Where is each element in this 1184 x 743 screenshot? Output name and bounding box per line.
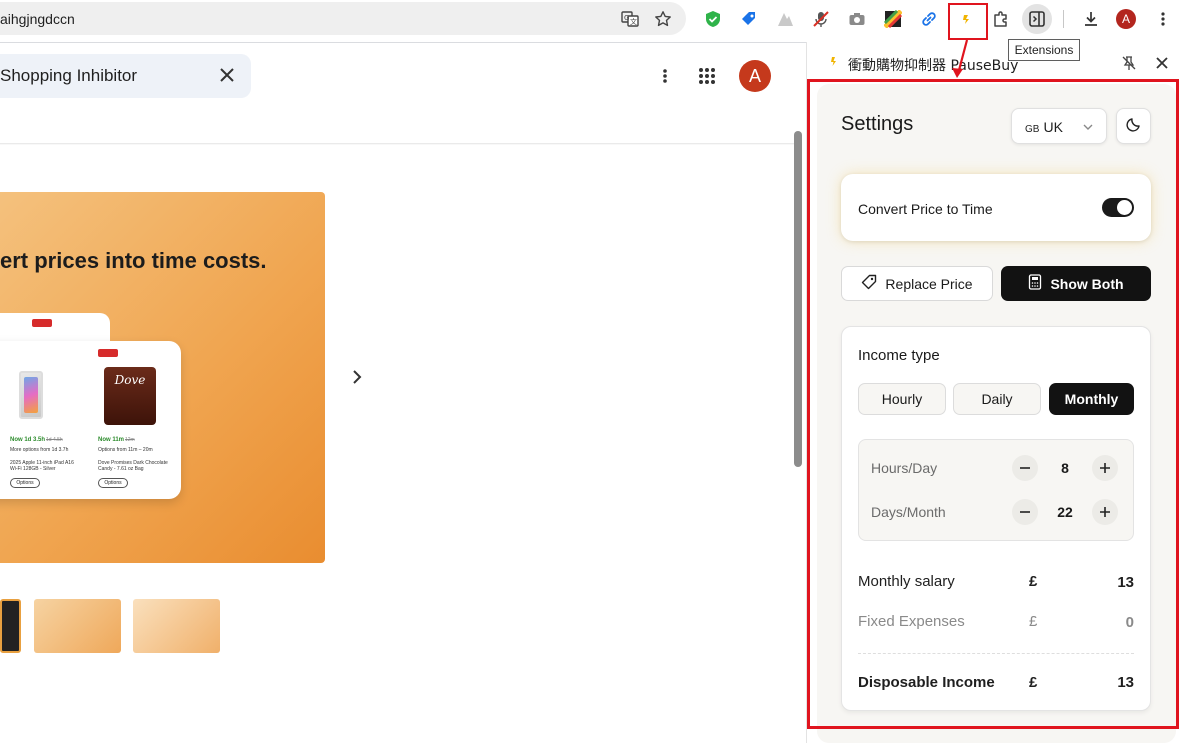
card2-options-button: Options (98, 478, 128, 488)
card2-options-line: Options from 11m – 20m (98, 447, 153, 453)
clear-search-icon[interactable] (217, 65, 237, 85)
card1-name: 2025 Apple 11-inch iPad A16 Wi-Fi 128GB … (10, 460, 74, 472)
link-extension-icon[interactable] (917, 7, 941, 31)
close-panel-icon[interactable] (1152, 53, 1172, 73)
tag-extension-icon[interactable] (737, 7, 761, 31)
extensions-tooltip: Extensions (1008, 39, 1080, 61)
card1-options-line: More options from 1d 3.7h (10, 447, 69, 453)
hero-title: ert prices into time costs. (0, 248, 267, 273)
search-input[interactable]: Shopping Inhibitor (0, 66, 137, 86)
shield-extension-icon[interactable] (701, 7, 725, 31)
card1-price: Now 1d 3.5h (10, 437, 46, 443)
side-panel-icon[interactable] (1022, 4, 1052, 34)
card2-name: Dove Promises Dark Chocolate Candy - 7.6… (98, 460, 168, 472)
camera-extension-icon[interactable] (845, 7, 869, 31)
apps-grid-icon[interactable] (695, 64, 719, 88)
page-profile-avatar[interactable]: A (739, 60, 771, 92)
annotation-arrow (952, 39, 969, 78)
address-url[interactable]: aihgjngdccn (0, 11, 75, 27)
thumbnail-1[interactable] (0, 599, 21, 653)
toolbar-divider (1063, 10, 1064, 28)
side-panel-title: 衝動購物抑制器 PauseBuy (848, 58, 1019, 74)
highlight-frame (807, 79, 1179, 729)
color-picker-extension-icon[interactable] (881, 7, 905, 31)
rollback-badge (32, 319, 52, 327)
card2-price: Now 11m (98, 437, 125, 443)
thumbnail-3[interactable] (133, 599, 220, 653)
translate-icon[interactable]: G文 (621, 10, 639, 28)
svg-text:G: G (624, 14, 629, 22)
download-icon[interactable] (1079, 7, 1103, 31)
svg-text:文: 文 (630, 17, 637, 26)
browser-profile-avatar[interactable]: A (1116, 9, 1136, 29)
rollback-badge (98, 349, 118, 357)
browser-menu-icon[interactable] (1151, 7, 1175, 31)
unpin-icon[interactable] (1119, 53, 1139, 73)
thumbnail-2[interactable] (34, 599, 121, 653)
browser-toolbar: aihgjngdccn G文 A (0, 0, 1184, 38)
address-bar[interactable]: aihgjngdccn G文 (0, 2, 686, 35)
ipad-image (19, 371, 43, 419)
page-scrollbar[interactable] (794, 131, 802, 467)
more-options-icon[interactable] (653, 64, 677, 88)
extension-highlight-box (948, 3, 988, 40)
screen: aihgjngdccn G文 A Shopping Inhibitor A er… (0, 0, 1184, 743)
web-page: Shopping Inhibitor A ert prices into tim… (0, 42, 806, 743)
mic-off-extension-icon[interactable] (809, 7, 833, 31)
search-box[interactable]: Shopping Inhibitor (0, 54, 251, 98)
next-slide-icon[interactable] (347, 367, 367, 387)
extensions-puzzle-icon[interactable] (989, 7, 1013, 31)
card2-strike: 12m (125, 437, 135, 443)
mountain-extension-icon[interactable] (773, 7, 797, 31)
card1-strike: 1d 4.5h (46, 437, 63, 443)
header-divider (0, 143, 794, 145)
bookmark-star-icon[interactable] (654, 10, 672, 28)
card1-options-button: Options (10, 478, 40, 488)
product-card: Dove Now 1d 3.5h 1d 4.5h More options fr… (0, 341, 181, 499)
pausebuy-logo-icon (828, 55, 838, 72)
dove-image: Dove (104, 367, 156, 425)
hero-screenshot: ert prices into time costs. Dove Now 1d … (0, 192, 325, 563)
